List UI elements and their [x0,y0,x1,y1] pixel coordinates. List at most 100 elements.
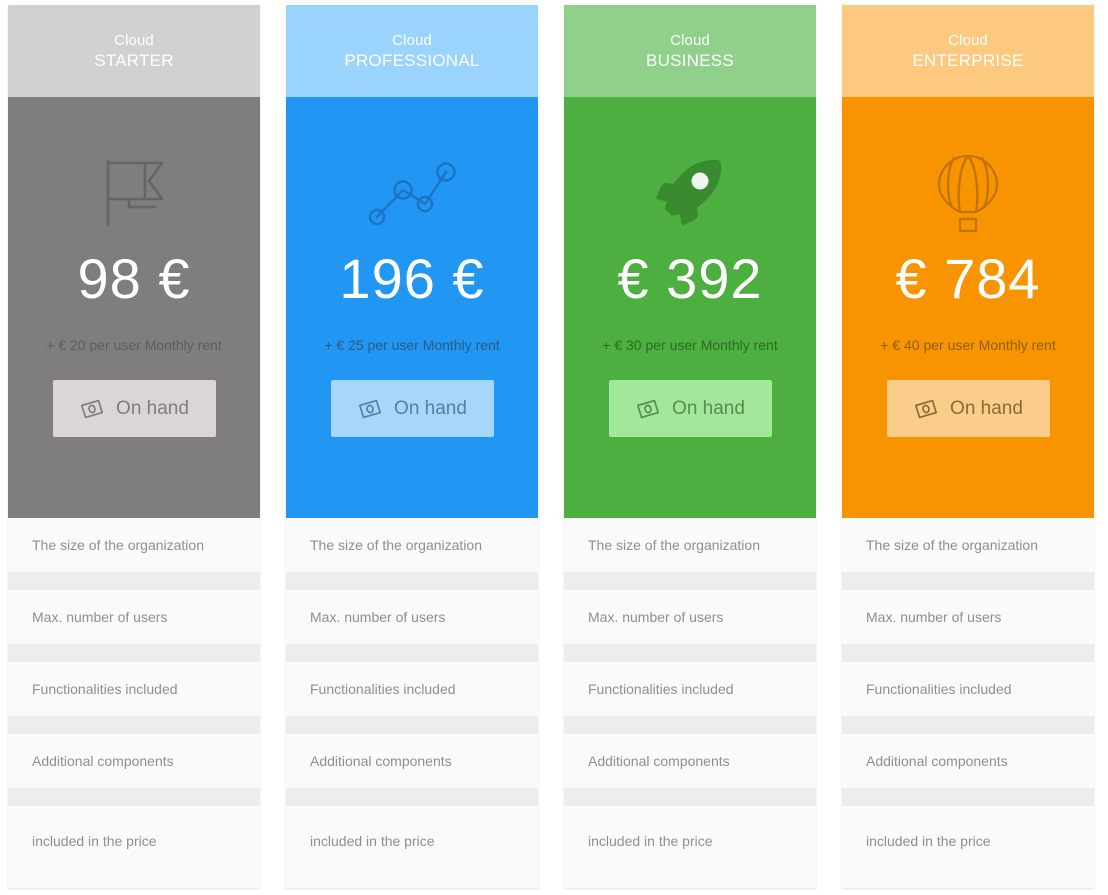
on-hand-button-label: On hand [116,397,189,419]
feature-row: The size of the organization [564,518,816,572]
feature-row-divider [8,788,260,806]
banknote-icon [79,399,105,419]
feature-label: The size of the organization [32,537,204,553]
pricing-table: Cloud STARTER 98 € + € 20 per user Monthly … [0,0,1108,895]
plan-header-name: BUSINESS [646,50,734,70]
on-hand-button-label: On hand [672,397,745,419]
feature-row: included in the price [8,806,260,888]
feature-label: Functionalities included [310,681,456,697]
feature-row: Additional components [564,734,816,788]
feature-row: The size of the organization [8,518,260,572]
feature-label: Max. number of users [588,609,724,625]
feature-label: The size of the organization [866,537,1038,553]
plan-feature-list: The size of the organization Max. number … [8,518,260,888]
plan-header-name: STARTER [94,50,174,70]
feature-row: Max. number of users [842,590,1094,644]
plan-feature-list: The size of the organization Max. number … [564,518,816,888]
feature-row: Max. number of users [564,590,816,644]
banknote-icon [357,399,383,419]
feature-row-divider [564,788,816,806]
plan-card-business: Cloud BUSINESS € 392 + € 30 per user Monthl… [564,5,816,888]
feature-row-divider [564,716,816,734]
feature-label: Additional components [310,753,452,769]
plan-body: 196 € + € 25 per user Monthly rent On hand [286,97,538,518]
on-hand-button-label: On hand [394,397,467,419]
banknote-icon [913,399,939,419]
plan-price: € 392 [617,247,763,310]
feature-label: Max. number of users [310,609,446,625]
plan-body: € 784 + € 40 per user Monthly rent On hand [842,97,1094,518]
plan-card-starter: Cloud STARTER 98 € + € 20 per user Monthly … [8,5,260,888]
on-hand-button[interactable]: On hand [886,380,1050,438]
plan-feature-list: The size of the organization Max. number … [286,518,538,888]
feature-row-divider [286,572,538,590]
plan-header-kicker: Cloud [114,31,154,49]
feature-row: Max. number of users [286,590,538,644]
feature-row: The size of the organization [286,518,538,572]
feature-row-divider [8,644,260,662]
feature-label: Additional components [588,753,730,769]
plan-header: Cloud ENTERPRISE [842,5,1094,97]
feature-row-divider [8,572,260,590]
feature-label: Functionalities included [32,681,178,697]
rocket-icon [653,145,727,241]
feature-row: included in the price [286,806,538,888]
plan-header-kicker: Cloud [392,31,432,49]
feature-label: The size of the organization [310,537,482,553]
banknote-icon [635,399,661,419]
feature-label: Functionalities included [866,681,1012,697]
feature-label: included in the price [588,833,713,849]
plan-header: Cloud PROFESSIONAL [286,5,538,97]
feature-row-divider [564,644,816,662]
feature-row: Additional components [8,734,260,788]
plan-subprice: + € 25 per user Monthly rent [324,337,500,353]
feature-row-divider [842,644,1094,662]
plan-price: € 784 [895,247,1041,310]
plan-subprice: + € 30 per user Monthly rent [602,337,778,353]
plan-header: Cloud STARTER [8,5,260,97]
feature-row: included in the price [842,806,1094,888]
feature-label: Max. number of users [32,609,168,625]
feature-row: Functionalities included [286,662,538,716]
feature-row-divider [842,788,1094,806]
feature-label: included in the price [32,833,157,849]
feature-label: Functionalities included [588,681,734,697]
on-hand-button[interactable]: On hand [330,380,494,438]
feature-label: included in the price [310,833,435,849]
plan-card-professional: Cloud PROFESSIONAL 196 € + € 25 per user Mo… [286,5,538,888]
plan-header-kicker: Cloud [670,31,710,49]
on-hand-button-label: On hand [950,397,1023,419]
feature-row: Additional components [842,734,1094,788]
feature-label: Max. number of users [866,609,1002,625]
plan-header: Cloud BUSINESS [564,5,816,97]
plan-price: 196 € [339,247,485,310]
on-hand-button[interactable]: On hand [608,380,772,438]
feature-row: included in the price [564,806,816,888]
plan-body: € 392 + € 30 per user Monthly rent On hand [564,97,816,518]
feature-row-divider [286,788,538,806]
plan-price: 98 € [77,247,191,310]
feature-row: Functionalities included [842,662,1094,716]
plan-header-name: PROFESSIONAL [344,50,480,70]
feature-label: included in the price [866,833,991,849]
feature-row-divider [842,716,1094,734]
feature-row: Additional components [286,734,538,788]
feature-row: Functionalities included [564,662,816,716]
feature-label: Additional components [866,753,1008,769]
plan-feature-list: The size of the organization Max. number … [842,518,1094,888]
plan-body: 98 € + € 20 per user Monthly rent On hand [8,97,260,518]
plan-header-kicker: Cloud [948,31,988,49]
feature-row-divider [286,716,538,734]
plan-subprice: + € 40 per user Monthly rent [880,337,1056,353]
plan-card-enterprise: Cloud ENTERPRISE € 784 + € 40 per user Mont… [842,5,1094,888]
feature-label: Additional components [32,753,174,769]
feature-label: The size of the organization [588,537,760,553]
on-hand-button[interactable]: On hand [52,380,216,438]
feature-row: Max. number of users [8,590,260,644]
plan-subprice: + € 20 per user Monthly rent [46,337,222,353]
line-chart-icon [366,145,458,241]
hot-air-balloon-icon [932,145,1004,241]
feature-row-divider [286,644,538,662]
plan-header-name: ENTERPRISE [912,50,1024,70]
feature-row-divider [564,572,816,590]
